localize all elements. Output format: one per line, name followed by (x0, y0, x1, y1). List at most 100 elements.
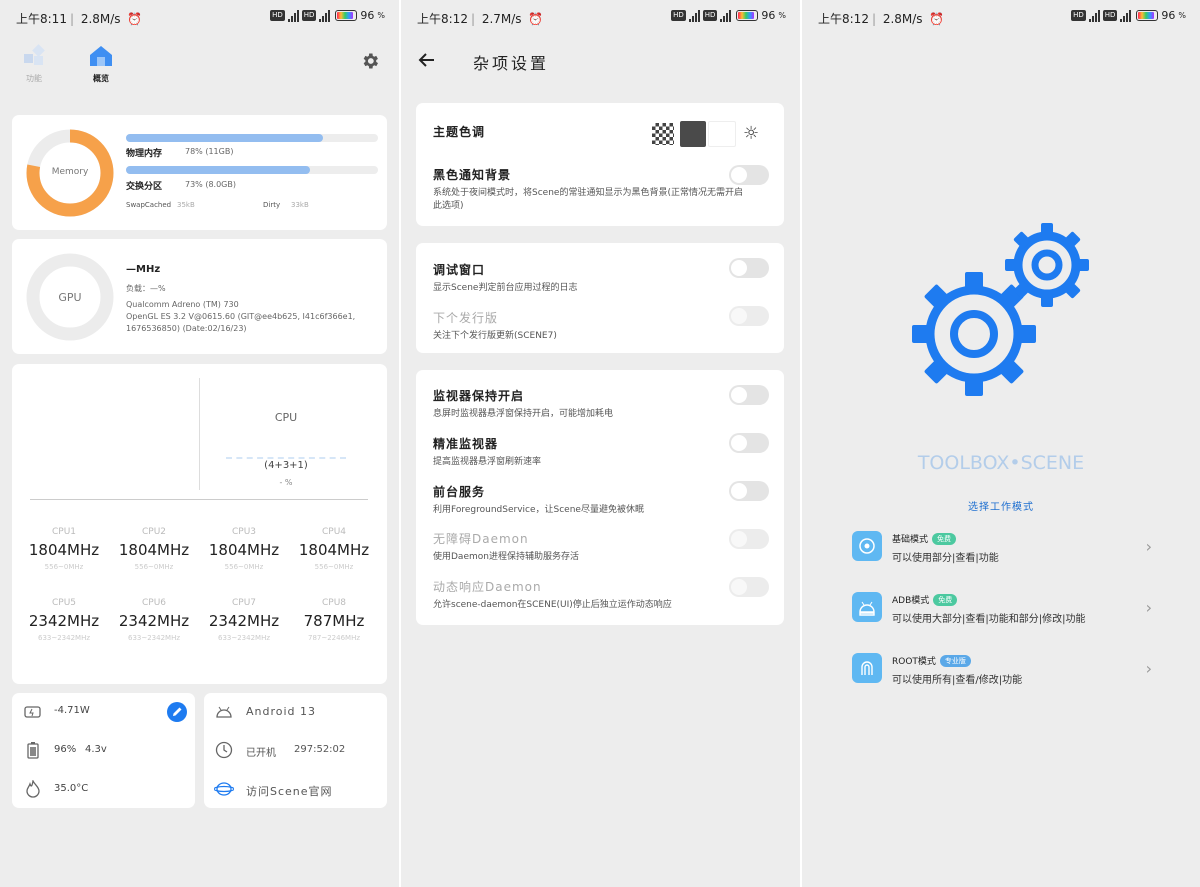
pencil-icon (173, 707, 182, 716)
cpu-core-name: CPU3 (231, 527, 257, 537)
signal-icon (1120, 9, 1132, 22)
mode-root[interactable]: ROOT模式 专业版 可以使用所有|查看/修改|功能 › (852, 653, 1152, 693)
gpu-card[interactable]: GPU —MHz 负载：—% Qualcomm Adreno (TM) 730 … (12, 239, 387, 354)
theme-option-light[interactable] (708, 121, 736, 147)
battery-percent: 96 (360, 9, 375, 22)
status-time: 上午8:12 (818, 12, 869, 26)
setting-title: 黑色通知背景 (433, 168, 512, 182)
mode-select-screen: 上午8:12 | 2.8M/s ⏰ HD HD 96% TOOLBOX•SCEN… (802, 0, 1200, 887)
chevron-right-icon: › (1145, 659, 1152, 678)
setting-desc: 息屏时监视器悬浮窗保持开启，可能增加耗电 (433, 409, 614, 419)
setting-title: 下个发行版 (433, 311, 499, 325)
sun-icon[interactable]: ☼ (743, 123, 759, 145)
settings-gear-button[interactable] (360, 51, 380, 71)
mode-desc: 可以使用大部分|查看|功能和部分|修改|功能 (892, 614, 1086, 625)
battery-temperature: 35.0°C (54, 783, 89, 794)
cpu-divider-horizontal (30, 499, 368, 500)
battery-card[interactable]: -4.71W 96% 4.3v 35.0°C (12, 693, 195, 808)
theme-card: 主题色调 ☼ 黑色通知背景 系统处于夜间模式时，将Scene的常驻通知显示为黑色… (416, 103, 784, 226)
cpu-core-name: CPU4 (321, 527, 347, 537)
cpu-usage: - % (279, 478, 293, 487)
cpu-core-cell: CPU5 2342MHz 633~2342MHz (19, 598, 109, 642)
monitor-keep-on-toggle[interactable] (729, 385, 769, 405)
cpu-core-range: 556~0MHz (314, 563, 354, 571)
memory-card[interactable]: Memory 物理内存 78% (11GB) 交换分区 73% (8.0GB) … (12, 115, 387, 230)
cpu-core-cell: CPU6 2342MHz 633~2342MHz (109, 598, 199, 642)
brand-name: TOOLBOX•SCENE (917, 452, 1085, 474)
gears-logo-icon (912, 223, 1089, 396)
cpu-card[interactable]: CPU (4+3+1) - % CPU1 1804MHz 556~0MHz CPU2 1… (12, 364, 387, 684)
cpu-core-frequency: 1804MHz (208, 541, 280, 559)
setting-desc: 提高监视器悬浮窗刷新速率 (433, 457, 542, 467)
choose-mode-label: 选择工作模式 (968, 502, 1034, 513)
gpu-model: Qualcomm Adreno (TM) 730 (126, 300, 239, 309)
status-time: 上午8:12 (417, 12, 468, 26)
black-notification-toggle[interactable] (729, 165, 769, 185)
debug-window-toggle[interactable] (729, 258, 769, 278)
status-icons: HD HD 96% (1071, 9, 1186, 22)
setting-title: 精准监视器 (433, 437, 499, 451)
status-bar: 上午8:12 | 2.8M/s ⏰ HD HD 96% (818, 9, 1186, 26)
swap-label: 交换分区 (126, 182, 163, 192)
overview-screen: 上午8:11 | 2.8M/s ⏰ HD HD 96% 功能 概览 Memory … (0, 0, 399, 887)
accessibility-daemon-toggle[interactable] (729, 529, 769, 549)
edit-button[interactable] (167, 702, 187, 722)
battery-level-icon (27, 742, 39, 759)
cpu-core-frequency: 1804MHz (118, 541, 190, 559)
hd-icon: HD (671, 10, 686, 21)
physical-memory-value: 78% (11GB) (185, 147, 234, 156)
status-net-speed: 2.7M/s (481, 12, 522, 26)
setting-title: 前台服务 (433, 485, 486, 499)
back-button[interactable] (417, 50, 439, 70)
cpu-core-cell: CPU4 1804MHz 556~0MHz (289, 527, 379, 571)
swap-value: 73% (8.0GB) (185, 180, 236, 189)
alarm-icon: ⏰ (929, 12, 945, 26)
free-badge: 免费 (933, 594, 958, 606)
setting-title: 动态响应Daemon (433, 580, 542, 594)
foreground-service-toggle[interactable] (729, 481, 769, 501)
mode-desc: 可以使用所有|查看/修改|功能 (892, 675, 1023, 686)
dirty-label: Dirty (263, 201, 281, 209)
visit-website-link[interactable]: 访问Scene官网 (246, 783, 333, 799)
page-title: 杂项设置 (473, 54, 550, 73)
cpu-core-range: 633~2342MHz (217, 634, 271, 642)
mode-desc: 可以使用部分|查看|功能 (892, 553, 999, 564)
mode-name: ADB模式 (892, 596, 930, 606)
next-release-toggle[interactable] (729, 306, 769, 326)
setting-title: 无障碍Daemon (433, 532, 529, 546)
mode-basic[interactable]: 基础模式 免费 可以使用部分|查看|功能 › (852, 531, 1152, 571)
signal-icon (1088, 9, 1100, 22)
mode-adb[interactable]: ADB模式 免费 可以使用大部分|查看|功能和部分|修改|功能 › (852, 592, 1152, 632)
setting-desc: 使用Daemon进程保持辅助服务存活 (433, 552, 579, 562)
theme-option-dark[interactable] (680, 121, 706, 147)
system-card[interactable]: Android 13 已开机 297:52:02 访问Scene官网 (204, 693, 387, 808)
setting-desc: 允许scene-daemon在SCENE(UI)停止后独立运作动态响应 (433, 600, 672, 610)
status-bar: 上午8:11 | 2.8M/s ⏰ HD HD 96% (16, 9, 385, 26)
precise-monitor-toggle[interactable] (729, 433, 769, 453)
dynamic-daemon-toggle[interactable] (729, 577, 769, 597)
cpu-core-frequency: 1804MHz (298, 541, 370, 559)
status-icons: HD HD 96% (270, 9, 385, 22)
physical-memory-bar (126, 134, 378, 142)
status-icons: HD HD 96% (671, 9, 786, 22)
setting-desc: 系统处于夜间模式时，将Scene的常驻通知显示为黑色背景(正常情况无需开启此选项… (433, 188, 743, 211)
theme-option-transparent[interactable] (652, 123, 674, 145)
hd-icon: HD (1071, 10, 1086, 21)
swapcached-value: 35kB (177, 201, 195, 209)
cpu-core-frequency: 2342MHz (208, 612, 280, 630)
nav-overview[interactable]: 概览 (86, 44, 116, 84)
nav-functions[interactable]: 功能 (21, 44, 47, 84)
monitor-card: 监视器保持开启 息屏时监视器悬浮窗保持开启，可能增加耗电 精准监视器 提高监视器悬浮… (416, 370, 784, 625)
android-icon (216, 706, 232, 718)
cpu-core-name: CPU5 (51, 598, 77, 608)
gpu-frequency: —MHz (126, 264, 161, 275)
hd-icon: HD (301, 10, 317, 21)
cpu-core-range: 633~2342MHz (127, 634, 181, 642)
cpu-core-name: CPU6 (141, 598, 167, 608)
status-net-speed: 2.8M/s (80, 12, 121, 26)
signal-icon (688, 9, 700, 22)
chevron-right-icon: › (1145, 598, 1152, 617)
battery-level: 96% (54, 744, 77, 755)
status-time: 上午8:11 (16, 12, 67, 26)
setting-desc: 关注下个发行版更新(SCENE7) (433, 331, 557, 341)
